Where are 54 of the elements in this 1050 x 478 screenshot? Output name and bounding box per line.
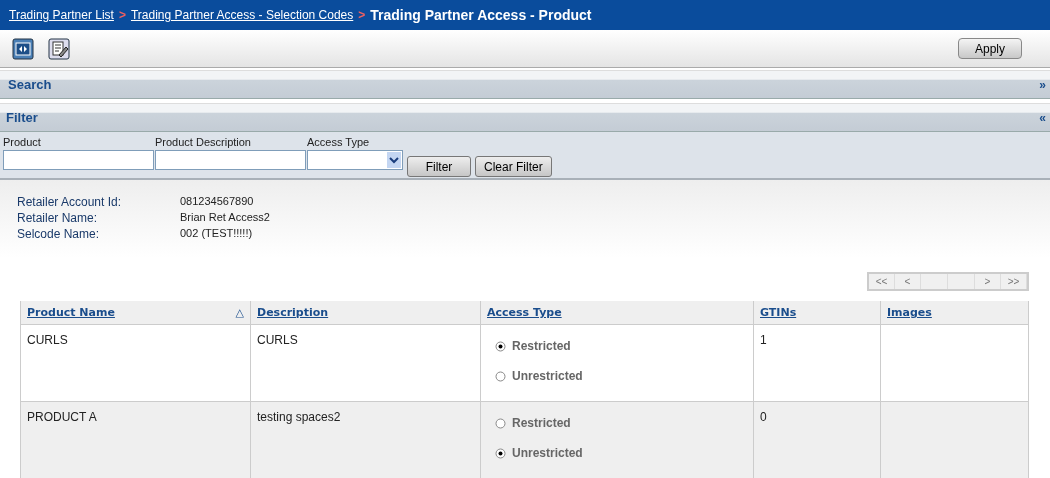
column-header[interactable]: Description xyxy=(250,301,481,325)
toggle-icon[interactable]: « xyxy=(1039,110,1046,125)
pager-blank xyxy=(921,274,948,289)
radio-label[interactable]: Unrestricted xyxy=(512,369,583,383)
table-cell: 1 xyxy=(753,324,881,402)
breadcrumb-link[interactable]: Trading Partner List xyxy=(9,8,114,22)
radio-button[interactable] xyxy=(495,447,506,459)
breadcrumb-separator: > xyxy=(358,8,366,22)
sort-icon[interactable]: △ xyxy=(235,306,244,319)
split-view-icon[interactable] xyxy=(12,37,34,60)
column-header[interactable]: Images xyxy=(880,301,1029,325)
radio-label[interactable]: Unrestricted xyxy=(512,446,583,460)
column-sort-link[interactable]: Access Type xyxy=(487,306,562,319)
field-label: Access Type xyxy=(307,136,371,148)
column-sort-link[interactable]: Product Name xyxy=(27,306,115,319)
edit-icon[interactable] xyxy=(48,37,70,60)
column-sort-link[interactable]: Images xyxy=(887,306,932,319)
field-label: Product xyxy=(3,136,42,148)
table-cell: 0 xyxy=(753,401,881,478)
pager-blank xyxy=(948,274,975,289)
radio-button[interactable] xyxy=(495,340,506,352)
info-value: 002 (TEST!!!!!) xyxy=(180,227,254,241)
radio-label[interactable]: Restricted xyxy=(512,416,571,430)
apply-button[interactable]: Apply xyxy=(958,38,1022,59)
breadcrumb-separator: > xyxy=(118,8,126,22)
info-label: Selcode Name: xyxy=(17,227,101,241)
filter-button[interactable]: Filter xyxy=(407,156,471,177)
clear-filter-button[interactable]: Clear Filter xyxy=(475,156,552,177)
radio-label[interactable]: Restricted xyxy=(512,339,571,353)
input-field[interactable] xyxy=(155,150,306,170)
column-header[interactable]: GTINs xyxy=(753,301,881,325)
info-label: Retailer Name: xyxy=(17,211,99,225)
info-label: Retailer Account Id: xyxy=(17,195,123,209)
table-cell: PRODUCT A xyxy=(20,401,251,478)
table-cell: CURLS xyxy=(20,324,251,402)
info-value: 081234567890 xyxy=(180,195,255,209)
column-header[interactable]: Product Name △ xyxy=(20,301,251,325)
panel-title: Search xyxy=(8,77,52,92)
input-field[interactable] xyxy=(3,150,154,170)
field-label: Product Description xyxy=(155,136,252,148)
column-header[interactable]: Access Type xyxy=(480,301,754,325)
radio-button[interactable] xyxy=(495,370,506,382)
radio-button[interactable] xyxy=(495,417,506,429)
breadcrumb-link[interactable]: Trading Partner Access - Selection Codes xyxy=(130,8,354,22)
table-cell: testing spaces2 xyxy=(250,401,481,478)
toggle-icon[interactable]: » xyxy=(1039,77,1046,92)
page-title: Trading Partner Access - Product xyxy=(370,7,592,23)
table-cell: CURLS xyxy=(250,324,481,402)
column-sort-link[interactable]: Description xyxy=(257,306,329,319)
panel-header[interactable]: Filter « xyxy=(0,103,1050,132)
info-value: Brian Ret Access2 xyxy=(180,211,271,225)
panel-header[interactable]: Search » xyxy=(0,70,1050,99)
column-sort-link[interactable]: GTINs xyxy=(760,306,797,319)
panel-title: Filter xyxy=(6,110,38,125)
